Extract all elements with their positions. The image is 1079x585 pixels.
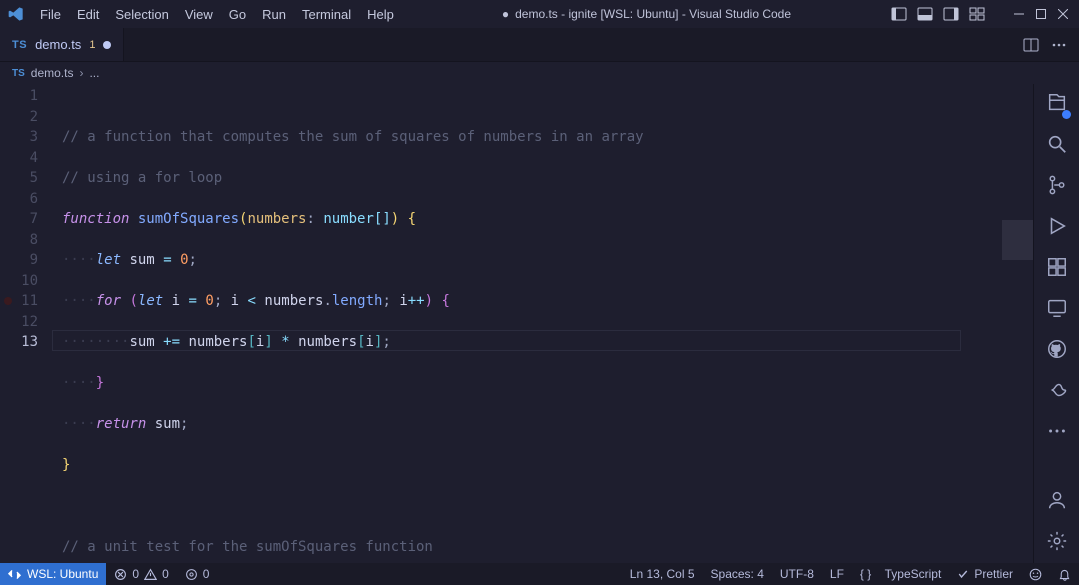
line-number[interactable]: 9	[0, 250, 38, 271]
code-area[interactable]: // a function that computes the sum of s…	[52, 84, 1001, 563]
activity-bar	[1033, 84, 1079, 563]
typescript-file-icon: TS	[12, 68, 25, 79]
window-close-icon[interactable]	[1057, 8, 1069, 20]
window-minimize-icon[interactable]	[1013, 8, 1025, 20]
status-bar: WSL: Ubuntu 0 0 0 Ln 13, Col 5 Spaces: 4…	[0, 563, 1079, 585]
line-number[interactable]: 7	[0, 209, 38, 230]
status-encoding[interactable]: UTF-8	[772, 563, 822, 585]
settings-gear-icon[interactable]	[1046, 530, 1068, 555]
line-number[interactable]: 3	[0, 127, 38, 148]
line-number[interactable]: 10	[0, 271, 38, 292]
breadcrumb[interactable]: TS demo.ts › ...	[0, 62, 1079, 84]
line-number[interactable]: 12	[0, 312, 38, 333]
title-bar: File Edit Selection View Go Run Terminal…	[0, 0, 1079, 28]
tab-label: demo.ts	[35, 37, 81, 52]
line-number[interactable]: 8	[0, 230, 38, 251]
layout-sidebar-right-icon[interactable]	[943, 6, 959, 22]
status-language[interactable]: { } TypeScript	[852, 563, 949, 585]
line-number[interactable]: 6	[0, 189, 38, 210]
status-eol[interactable]: LF	[822, 563, 852, 585]
status-prettier[interactable]: Prettier	[949, 563, 1021, 585]
typescript-file-icon: TS	[12, 39, 27, 51]
line-gutter[interactable]: 1 2 3 4 5 6 7 8 9 10 11 12 13	[0, 84, 52, 563]
breakpoint-hint-icon[interactable]	[4, 297, 12, 305]
github-icon[interactable]	[1046, 338, 1068, 363]
window-maximize-icon[interactable]	[1035, 8, 1047, 20]
current-line-highlight	[52, 330, 961, 351]
menu-run[interactable]: Run	[254, 3, 294, 26]
status-remote-label: WSL: Ubuntu	[27, 567, 98, 581]
menu-edit[interactable]: Edit	[69, 3, 107, 26]
run-debug-icon[interactable]	[1046, 215, 1068, 240]
status-remote[interactable]: WSL: Ubuntu	[0, 563, 106, 585]
minimap[interactable]	[1001, 84, 1033, 563]
vscode-logo-icon	[8, 6, 24, 22]
explorer-icon[interactable]	[1046, 92, 1068, 117]
accounts-icon[interactable]	[1046, 489, 1068, 514]
menu-file[interactable]: File	[32, 3, 69, 26]
live-share-icon[interactable]	[1046, 379, 1068, 404]
menu-terminal[interactable]: Terminal	[294, 3, 359, 26]
breadcrumb-more[interactable]: ...	[89, 66, 99, 80]
layout-sidebar-left-icon[interactable]	[891, 6, 907, 22]
line-number[interactable]: 11	[0, 291, 38, 312]
source-control-icon[interactable]	[1046, 174, 1068, 199]
chevron-right-icon: ›	[79, 66, 83, 80]
more-actions-icon[interactable]	[1051, 37, 1067, 53]
window-title: ● demo.ts - ignite [WSL: Ubuntu] - Visua…	[402, 7, 891, 21]
breadcrumb-file[interactable]: demo.ts	[31, 66, 74, 80]
remote-explorer-icon[interactable]	[1046, 297, 1068, 322]
status-cursor-pos[interactable]: Ln 13, Col 5	[622, 563, 703, 585]
minimap-slider[interactable]	[1002, 220, 1033, 260]
layout-panel-icon[interactable]	[917, 6, 933, 22]
editor-main: 1 2 3 4 5 6 7 8 9 10 11 12 13 // a funct…	[0, 84, 1079, 563]
layout-customize-icon[interactable]	[969, 6, 985, 22]
more-icon[interactable]	[1046, 420, 1068, 445]
line-number[interactable]: 1	[0, 86, 38, 107]
menu-go[interactable]: Go	[221, 3, 254, 26]
menu-selection[interactable]: Selection	[107, 3, 176, 26]
editor[interactable]: 1 2 3 4 5 6 7 8 9 10 11 12 13 // a funct…	[0, 84, 1033, 563]
menu-bar: File Edit Selection View Go Run Terminal…	[32, 3, 402, 26]
status-notifications-icon[interactable]	[1050, 563, 1079, 585]
title-actions	[891, 6, 1073, 22]
status-problems[interactable]: 0 0	[106, 563, 176, 585]
editor-actions	[1011, 37, 1079, 53]
line-number[interactable]: 5	[0, 168, 38, 189]
split-editor-icon[interactable]	[1023, 37, 1039, 53]
extensions-icon[interactable]	[1046, 256, 1068, 281]
line-number[interactable]: 2	[0, 107, 38, 128]
tab-modified-icon	[103, 41, 111, 49]
window-title-text: demo.ts - ignite [WSL: Ubuntu] - Visual …	[515, 7, 791, 21]
tab-problem-count: 1	[89, 39, 95, 51]
line-number-current[interactable]: 13	[0, 332, 38, 353]
status-indent[interactable]: Spaces: 4	[703, 563, 772, 585]
search-icon[interactable]	[1046, 133, 1068, 158]
tab-demo-ts[interactable]: TS demo.ts 1	[0, 28, 124, 61]
editor-tabs: TS demo.ts 1	[0, 28, 1079, 62]
status-feedback-icon[interactable]	[1021, 563, 1050, 585]
menu-help[interactable]: Help	[359, 3, 402, 26]
modified-dot-icon: ●	[502, 7, 509, 21]
status-ports[interactable]: 0	[177, 563, 218, 585]
menu-view[interactable]: View	[177, 3, 221, 26]
line-number[interactable]: 4	[0, 148, 38, 169]
